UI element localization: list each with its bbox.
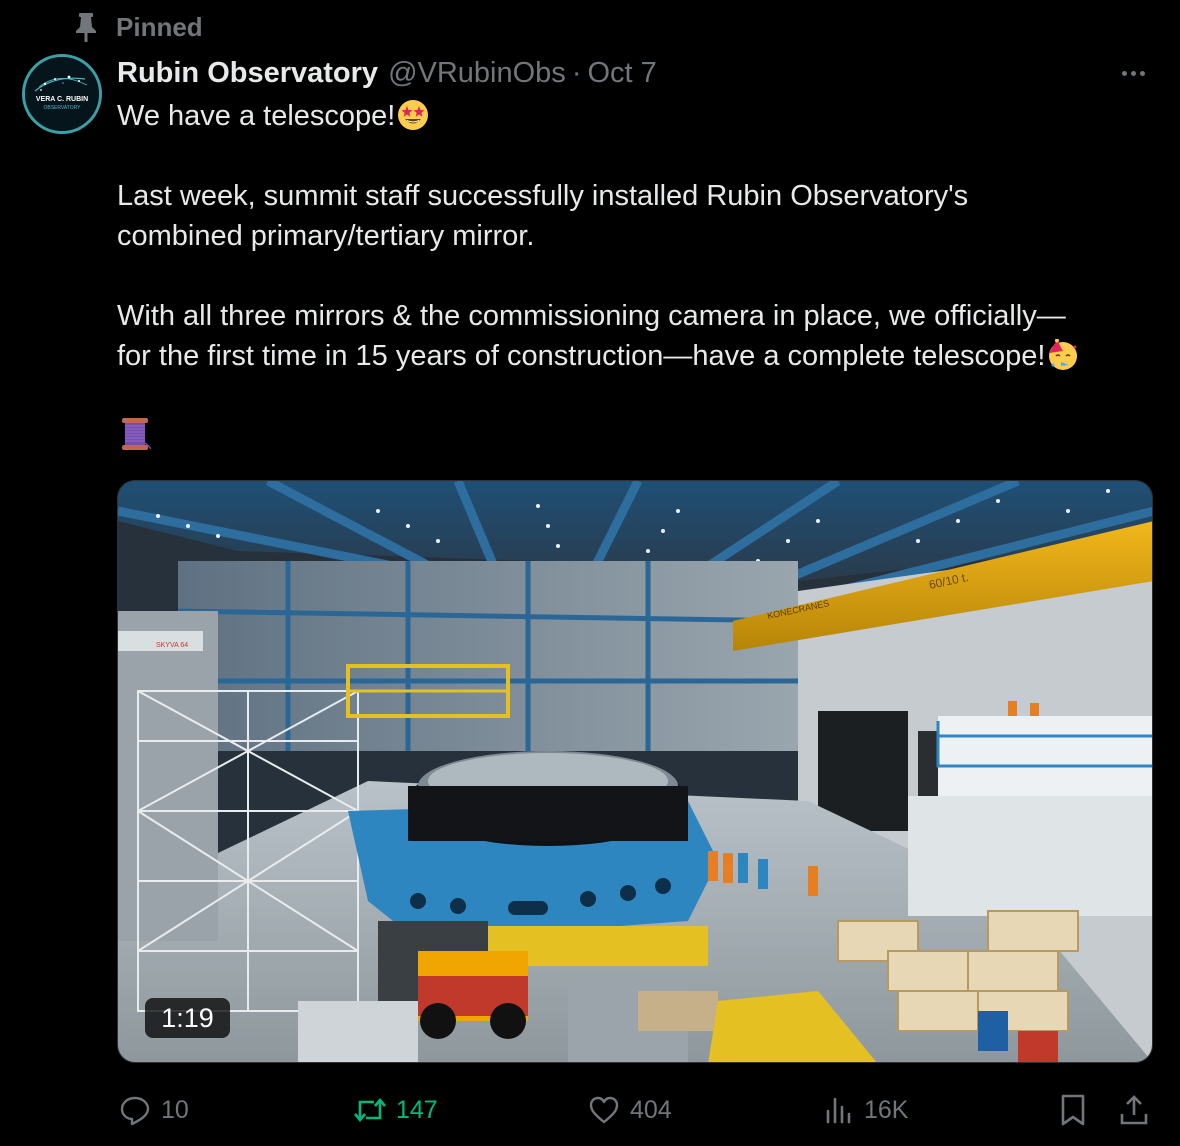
retweet-button[interactable]: 147 bbox=[352, 1090, 438, 1130]
thread-spool-emoji-icon bbox=[119, 416, 152, 463]
tweet-text-line bbox=[117, 416, 152, 463]
tweet-text-1: We have a telescope! bbox=[117, 100, 396, 132]
views-chart-icon bbox=[820, 1092, 856, 1128]
author-name[interactable]: Rubin Observatory bbox=[117, 57, 378, 90]
tweet-text-line: for the first time in 15 years of constr… bbox=[117, 336, 1079, 382]
tweet-date[interactable]: Oct 7 bbox=[587, 57, 656, 90]
tweet-text-5: for the first time in 15 years of constr… bbox=[117, 340, 1046, 372]
more-options-icon[interactable] bbox=[1113, 60, 1153, 86]
tweet-text-2: Last week, summit staff successfully ins… bbox=[117, 180, 969, 212]
video-thumbnail: 60/10 t. KONECRANES SKYVA 64 bbox=[118, 481, 1152, 1062]
bookmark-icon[interactable] bbox=[1055, 1090, 1091, 1130]
video-duration-badge: 1:19 bbox=[145, 998, 230, 1038]
avatar-text-line2: OBSERVATORY bbox=[43, 105, 81, 111]
like-button[interactable]: 404 bbox=[586, 1090, 672, 1130]
video-player[interactable]: 60/10 t. KONECRANES SKYVA 64 bbox=[117, 480, 1153, 1063]
tweet-header: Rubin Observatory @VRubinObs · Oct 7 bbox=[117, 54, 657, 92]
retweet-count: 147 bbox=[396, 1095, 438, 1124]
reply-count: 10 bbox=[161, 1095, 189, 1124]
reply-icon bbox=[117, 1092, 153, 1128]
lift-label: SKYVA 64 bbox=[156, 642, 188, 649]
avatar-text-line1: VERA C. RUBIN bbox=[36, 96, 88, 103]
views-count: 16K bbox=[864, 1095, 909, 1124]
reply-button[interactable]: 10 bbox=[117, 1090, 189, 1130]
like-count: 404 bbox=[630, 1095, 672, 1124]
star-struck-emoji-icon bbox=[397, 99, 429, 142]
tweet-text-3: combined primary/tertiary mirror. bbox=[117, 220, 535, 252]
author-handle[interactable]: @VRubinObs bbox=[388, 57, 566, 90]
views-button[interactable]: 16K bbox=[820, 1090, 908, 1130]
pinned-indicator: Pinned bbox=[70, 10, 203, 44]
header-separator: · bbox=[571, 56, 582, 89]
heart-icon bbox=[586, 1092, 622, 1128]
tweet-text-line: We have a telescope! bbox=[117, 96, 429, 142]
partying-face-emoji-icon bbox=[1047, 338, 1079, 382]
pin-icon bbox=[70, 10, 102, 44]
share-icon[interactable] bbox=[1116, 1090, 1152, 1130]
retweet-icon bbox=[352, 1092, 388, 1128]
avatar[interactable]: VERA C. RUBIN OBSERVATORY bbox=[22, 54, 102, 134]
tweet-text-4: With all three mirrors & the commissioni… bbox=[117, 300, 1066, 332]
pinned-label: Pinned bbox=[116, 11, 203, 42]
